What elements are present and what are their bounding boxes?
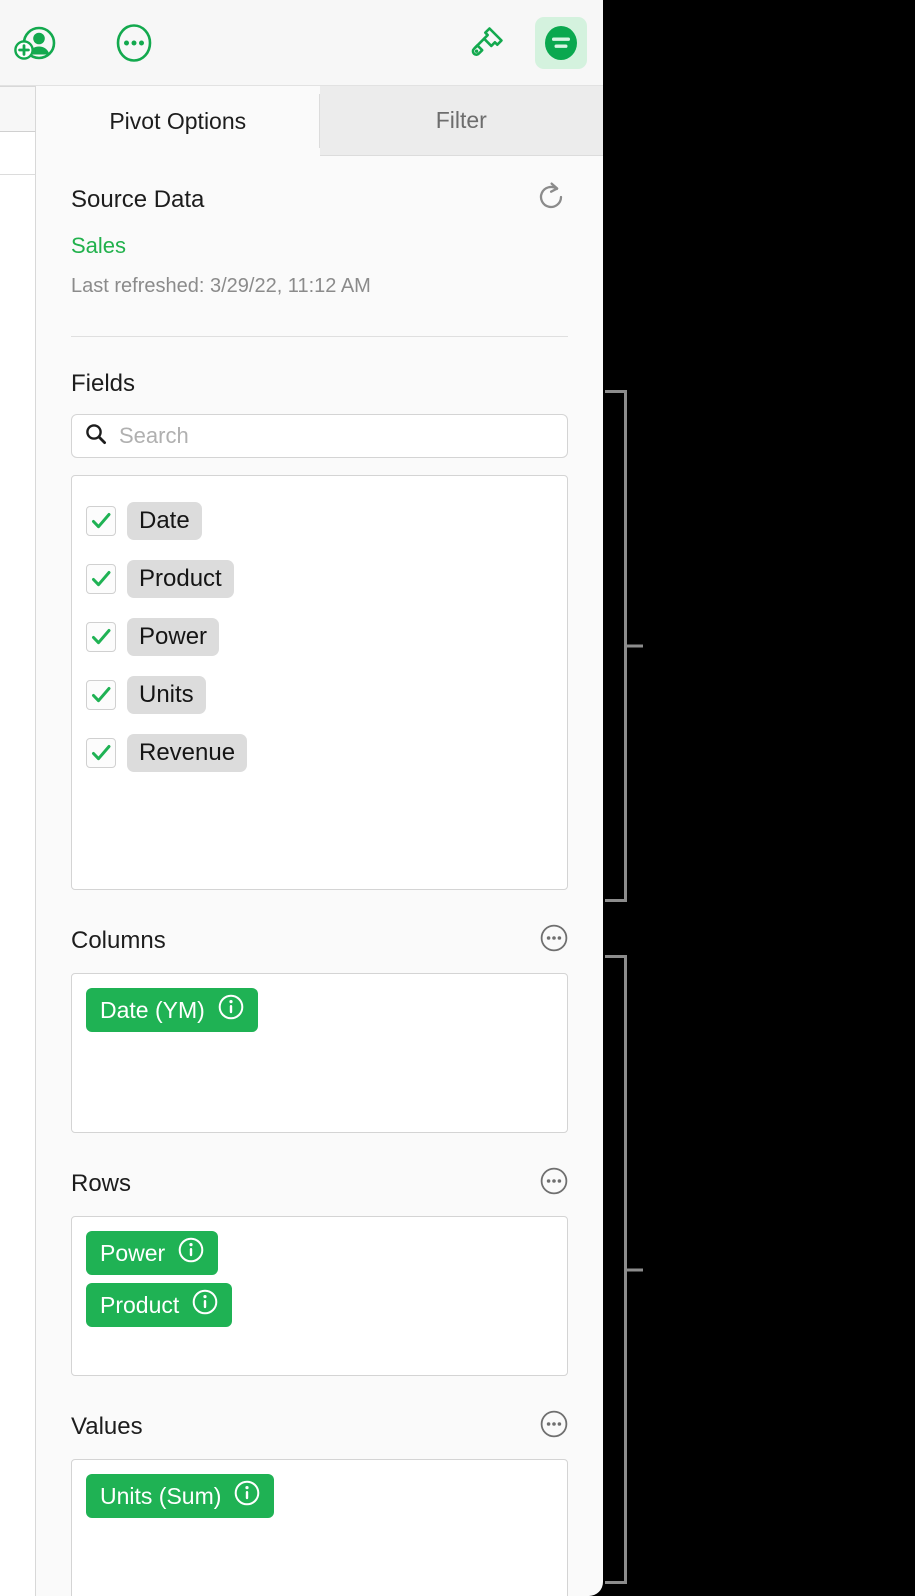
spreadsheet-rows[interactable] bbox=[0, 175, 36, 1596]
values-title: Values bbox=[71, 1412, 143, 1440]
values-header: Values bbox=[71, 1410, 568, 1443]
toolbar-left-group bbox=[10, 17, 160, 69]
field-row[interactable]: Units bbox=[86, 666, 567, 724]
paintbrush-icon bbox=[465, 21, 509, 65]
refresh-button[interactable] bbox=[534, 180, 568, 219]
top-toolbar bbox=[0, 0, 603, 86]
spreadsheet-strip bbox=[0, 0, 40, 1596]
columns-dropzone[interactable]: Date (YM) bbox=[71, 973, 568, 1133]
rows-token-label: Product bbox=[100, 1291, 180, 1318]
values-token-label: Units (Sum) bbox=[100, 1482, 222, 1509]
rows-header: Rows bbox=[71, 1167, 568, 1200]
values-token[interactable]: Units (Sum) bbox=[86, 1474, 275, 1518]
fields-search-box[interactable]: Search bbox=[71, 414, 568, 458]
columns-header: Columns bbox=[71, 924, 568, 957]
search-icon bbox=[84, 422, 108, 451]
panel-tabbar: Pivot Options Filter bbox=[36, 86, 603, 156]
source-table-name[interactable]: Sales bbox=[71, 233, 568, 259]
field-label[interactable]: Product bbox=[127, 560, 234, 598]
field-label[interactable]: Power bbox=[127, 618, 220, 656]
field-checkbox-product[interactable] bbox=[86, 564, 116, 594]
collaborate-add-person-button[interactable] bbox=[10, 17, 62, 69]
field-row[interactable]: Product bbox=[86, 550, 567, 608]
fields-title: Fields bbox=[71, 370, 136, 397]
values-token-list: Units (Sum) bbox=[86, 1474, 567, 1526]
info-circle-icon[interactable] bbox=[192, 1289, 218, 1321]
tab-filter-label: Filter bbox=[435, 107, 487, 133]
columns-token-list: Date (YM) bbox=[86, 988, 567, 1040]
field-row[interactable]: Date bbox=[86, 492, 567, 550]
info-circle-icon[interactable] bbox=[218, 994, 244, 1026]
rows-dropzone[interactable]: Power Product bbox=[71, 1216, 568, 1376]
values-menu-button[interactable] bbox=[540, 1410, 568, 1443]
rows-token[interactable]: Product bbox=[86, 1283, 233, 1327]
field-checkbox-units[interactable] bbox=[86, 680, 116, 710]
rows-token-label: Power bbox=[100, 1239, 166, 1266]
spreadsheet-row-1[interactable] bbox=[0, 132, 36, 175]
source-last-refreshed: Last refreshed: 3/29/22, 11:12 AM bbox=[71, 275, 371, 297]
field-row[interactable]: Power bbox=[86, 608, 567, 666]
fields-search-placeholder: Search bbox=[119, 423, 189, 448]
tab-pivot-options[interactable]: Pivot Options bbox=[36, 86, 320, 156]
columns-token-label: Date (YM) bbox=[100, 996, 205, 1023]
tab-filter[interactable]: Filter bbox=[319, 86, 603, 156]
ellipsis-circle-icon bbox=[540, 1167, 568, 1199]
panel-body: Source Data Sales Last refreshed: 3/29/2… bbox=[36, 156, 603, 1596]
field-row[interactable]: Revenue bbox=[86, 724, 567, 782]
info-circle-icon[interactable] bbox=[234, 1480, 260, 1512]
toolbar-right-group bbox=[461, 16, 587, 69]
drop-zones-bracket bbox=[605, 955, 643, 1584]
fields-list: Date Product Power Units Revenue bbox=[71, 475, 568, 890]
field-checkbox-power[interactable] bbox=[86, 622, 116, 652]
screen-root: Pivot Options Filter Source Data Sales L… bbox=[0, 0, 915, 1596]
info-circle-icon[interactable] bbox=[178, 1237, 204, 1269]
add-person-icon bbox=[14, 23, 58, 63]
values-dropzone[interactable]: Units (Sum) bbox=[71, 1459, 568, 1596]
field-label[interactable]: Units bbox=[127, 676, 206, 714]
refresh-icon bbox=[534, 182, 568, 218]
spreadsheet-header-cell[interactable] bbox=[0, 86, 36, 132]
fields-bracket bbox=[605, 390, 643, 902]
source-data-title: Source Data bbox=[71, 185, 205, 213]
columns-token[interactable]: Date (YM) bbox=[86, 988, 258, 1032]
ellipsis-circle-icon bbox=[112, 21, 156, 65]
columns-menu-button[interactable] bbox=[540, 924, 568, 957]
field-checkbox-revenue[interactable] bbox=[86, 738, 116, 768]
organize-lines-icon bbox=[539, 21, 583, 65]
more-options-button[interactable] bbox=[108, 17, 160, 69]
ellipsis-circle-icon bbox=[540, 924, 568, 956]
rows-menu-button[interactable] bbox=[540, 1167, 568, 1200]
drop-zones-bracket-nub bbox=[627, 1268, 643, 1271]
fields-bracket-nub bbox=[627, 644, 643, 648]
field-label[interactable]: Date bbox=[127, 502, 202, 540]
section-divider bbox=[71, 336, 568, 337]
columns-title: Columns bbox=[71, 926, 166, 954]
organize-panel-button[interactable] bbox=[535, 16, 587, 69]
ellipsis-circle-icon bbox=[540, 1410, 568, 1442]
format-paintbrush-button[interactable] bbox=[461, 17, 513, 69]
rows-title: Rows bbox=[71, 1169, 132, 1197]
field-label[interactable]: Revenue bbox=[127, 734, 248, 772]
rows-token[interactable]: Power bbox=[86, 1231, 219, 1275]
pivot-options-panel: Pivot Options Filter Source Data Sales L… bbox=[36, 86, 603, 1596]
field-checkbox-date[interactable] bbox=[86, 506, 116, 536]
rows-token-list: Power Product bbox=[86, 1231, 567, 1335]
source-data-header: Source Data bbox=[71, 156, 568, 219]
tab-pivot-options-label: Pivot Options bbox=[109, 107, 247, 134]
